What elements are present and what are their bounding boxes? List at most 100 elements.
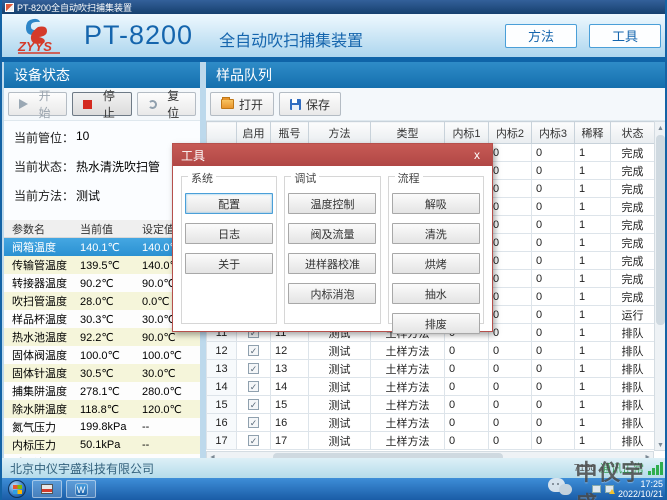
dilution-cell: 1 [575, 180, 611, 198]
queue-column-header[interactable]: 启用 [237, 122, 271, 144]
param-name: 固体阀温度 [4, 347, 80, 363]
param-row[interactable]: 固体针温度 30.5℃ 30.0℃ [4, 364, 200, 382]
scroll-down-icon[interactable]: ▼ [657, 439, 664, 450]
queue-column-header[interactable]: 瓶号 [271, 122, 309, 144]
queue-column-header[interactable]: 稀释 [575, 122, 611, 144]
queue-row-number[interactable]: 14 [207, 378, 237, 396]
param-row[interactable]: 捕集阱温度 278.1℃ 280.0℃ [4, 382, 200, 400]
queue-column-header[interactable]: 内标3 [532, 122, 575, 144]
start-button-orb[interactable] [8, 480, 26, 498]
queue-row[interactable]: 14 ✓ 14 测试 土样方法 0 0 0 1 排队 [207, 378, 655, 396]
enable-cell[interactable]: ✓ [237, 414, 271, 432]
checkbox-checked-icon[interactable]: ✓ [248, 399, 259, 410]
istd3-cell: 0 [532, 270, 575, 288]
save-floppy-icon [290, 99, 301, 110]
param-row[interactable]: 传输管温度 139.5℃ 140.0℃ [4, 256, 200, 274]
dialog-button-内标消泡[interactable]: 内标消泡 [288, 283, 376, 304]
param-set-value: 30.0℃ [142, 367, 200, 380]
queue-row[interactable]: 16 ✓ 16 测试 土样方法 0 0 0 1 排队 [207, 414, 655, 432]
dialog-button-关于[interactable]: 关于 [185, 253, 273, 274]
queue-row[interactable]: 17 ✓ 17 测试 土样方法 0 0 0 1 排队 [207, 432, 655, 450]
queue-row-number[interactable]: 12 [207, 342, 237, 360]
istd3-cell: 0 [532, 252, 575, 270]
start-button[interactable]: 开始 [8, 92, 67, 116]
queue-row-number[interactable]: 16 [207, 414, 237, 432]
dialog-group-系统: 系统 配置日志关于 [181, 176, 277, 324]
checkbox-checked-icon[interactable]: ✓ [248, 435, 259, 446]
queue-row-number[interactable]: 15 [207, 396, 237, 414]
istd2-cell: 0 [489, 270, 532, 288]
istd2-cell: 0 [489, 342, 532, 360]
queue-column-header[interactable]: 状态 [611, 122, 655, 144]
enable-cell[interactable]: ✓ [237, 432, 271, 450]
enable-cell[interactable]: ✓ [237, 378, 271, 396]
tools-button[interactable]: 工具 [589, 24, 661, 48]
dialog-button-清洗[interactable]: 清洗 [392, 223, 480, 244]
param-row[interactable]: 吹扫管温度 28.0℃ 0.0℃ [4, 292, 200, 310]
save-button[interactable]: 保存 [279, 92, 341, 116]
reset-button[interactable]: 复位 [137, 92, 196, 116]
info-value: 热水清洗吹扫管 [76, 158, 160, 175]
param-row[interactable]: 阀箱温度 140.1℃ 140.0℃ [4, 238, 200, 256]
logo-text: ZYYS [17, 39, 52, 54]
param-row[interactable]: 转接器温度 90.2℃ 90.0℃ [4, 274, 200, 292]
vertical-scrollbar[interactable]: ▲ ▼ [654, 121, 667, 451]
param-row[interactable]: 固体阀温度 100.0℃ 100.0℃ [4, 346, 200, 364]
play-icon [19, 99, 28, 109]
taskbar-app-pt8200[interactable] [32, 480, 62, 498]
tools-dialog: 工具 x 系统 配置日志关于 调试 温度控制阀及流量进样器校准内标消泡 流程 解… [172, 143, 493, 332]
queue-row-number[interactable]: 17 [207, 432, 237, 450]
dialog-button-阀及流量[interactable]: 阀及流量 [288, 223, 376, 244]
param-row[interactable]: 氮气压力 199.8kPa -- [4, 418, 200, 436]
taskbar-app-w[interactable]: W [66, 480, 96, 498]
type-cell: 土样方法 [371, 396, 445, 414]
stop-button[interactable]: 停止 [72, 92, 131, 116]
status-cell: 排队 [611, 324, 655, 342]
dialog-button-抽水[interactable]: 抽水 [392, 283, 480, 304]
queue-row[interactable]: 15 ✓ 15 测试 土样方法 0 0 0 1 排队 [207, 396, 655, 414]
param-set-value: 100.0℃ [142, 349, 200, 362]
volume-icon[interactable] [592, 485, 601, 493]
dialog-button-烘烤[interactable]: 烘烤 [392, 253, 480, 274]
network-warning-icon[interactable] [605, 485, 614, 493]
queue-column-header[interactable]: 内标2 [489, 122, 532, 144]
dialog-button-进样器校准[interactable]: 进样器校准 [288, 253, 376, 274]
dialog-button-温度控制[interactable]: 温度控制 [288, 193, 376, 214]
dialog-button-配置[interactable]: 配置 [185, 193, 273, 214]
param-row[interactable]: 热水池温度 92.2℃ 90.0℃ [4, 328, 200, 346]
istd1-cell: 0 [445, 360, 489, 378]
param-row[interactable]: 除水阱温度 118.8℃ 120.0℃ [4, 400, 200, 418]
enable-cell[interactable]: ✓ [237, 396, 271, 414]
close-icon[interactable]: x [470, 148, 484, 162]
checkbox-checked-icon[interactable]: ✓ [248, 363, 259, 374]
queue-column-header[interactable]: 方法 [309, 122, 371, 144]
param-current-value: 118.8℃ [80, 403, 142, 416]
param-row[interactable]: 内标压力 50.1kPa -- [4, 436, 200, 454]
queue-row-number[interactable]: 13 [207, 360, 237, 378]
method-cell: 测试 [309, 414, 371, 432]
signal-bars-icon [648, 462, 663, 475]
queue-column-header[interactable]: 内标1 [445, 122, 489, 144]
enable-cell[interactable]: ✓ [237, 360, 271, 378]
dialog-button-日志[interactable]: 日志 [185, 223, 273, 244]
queue-column-header[interactable]: 类型 [371, 122, 445, 144]
checkbox-checked-icon[interactable]: ✓ [248, 345, 259, 356]
vertical-scroll-thumb[interactable] [656, 135, 665, 325]
checkbox-checked-icon[interactable]: ✓ [248, 381, 259, 392]
comm-status: 通讯正常 [600, 460, 644, 476]
enable-cell[interactable]: ✓ [237, 342, 271, 360]
status-cell: 排队 [611, 378, 655, 396]
open-button[interactable]: 打开 [210, 92, 274, 116]
checkbox-checked-icon[interactable]: ✓ [248, 417, 259, 428]
dialog-button-解吸[interactable]: 解吸 [392, 193, 480, 214]
scroll-up-icon[interactable]: ▲ [657, 122, 664, 133]
queue-row[interactable]: 13 ✓ 13 测试 土样方法 0 0 0 1 排队 [207, 360, 655, 378]
param-row[interactable]: 样品杯温度 30.3℃ 30.0℃ [4, 310, 200, 328]
queue-row[interactable]: 12 ✓ 12 测试 土样方法 0 0 0 1 排队 [207, 342, 655, 360]
clock[interactable]: 17:25 2022/10/21 [618, 479, 665, 499]
dialog-button-排废[interactable]: 排废 [392, 313, 480, 334]
istd3-cell: 0 [532, 216, 575, 234]
queue-column-header[interactable] [207, 122, 237, 144]
tools-dialog-titlebar[interactable]: 工具 x [173, 144, 492, 166]
method-button[interactable]: 方法 [505, 24, 577, 48]
